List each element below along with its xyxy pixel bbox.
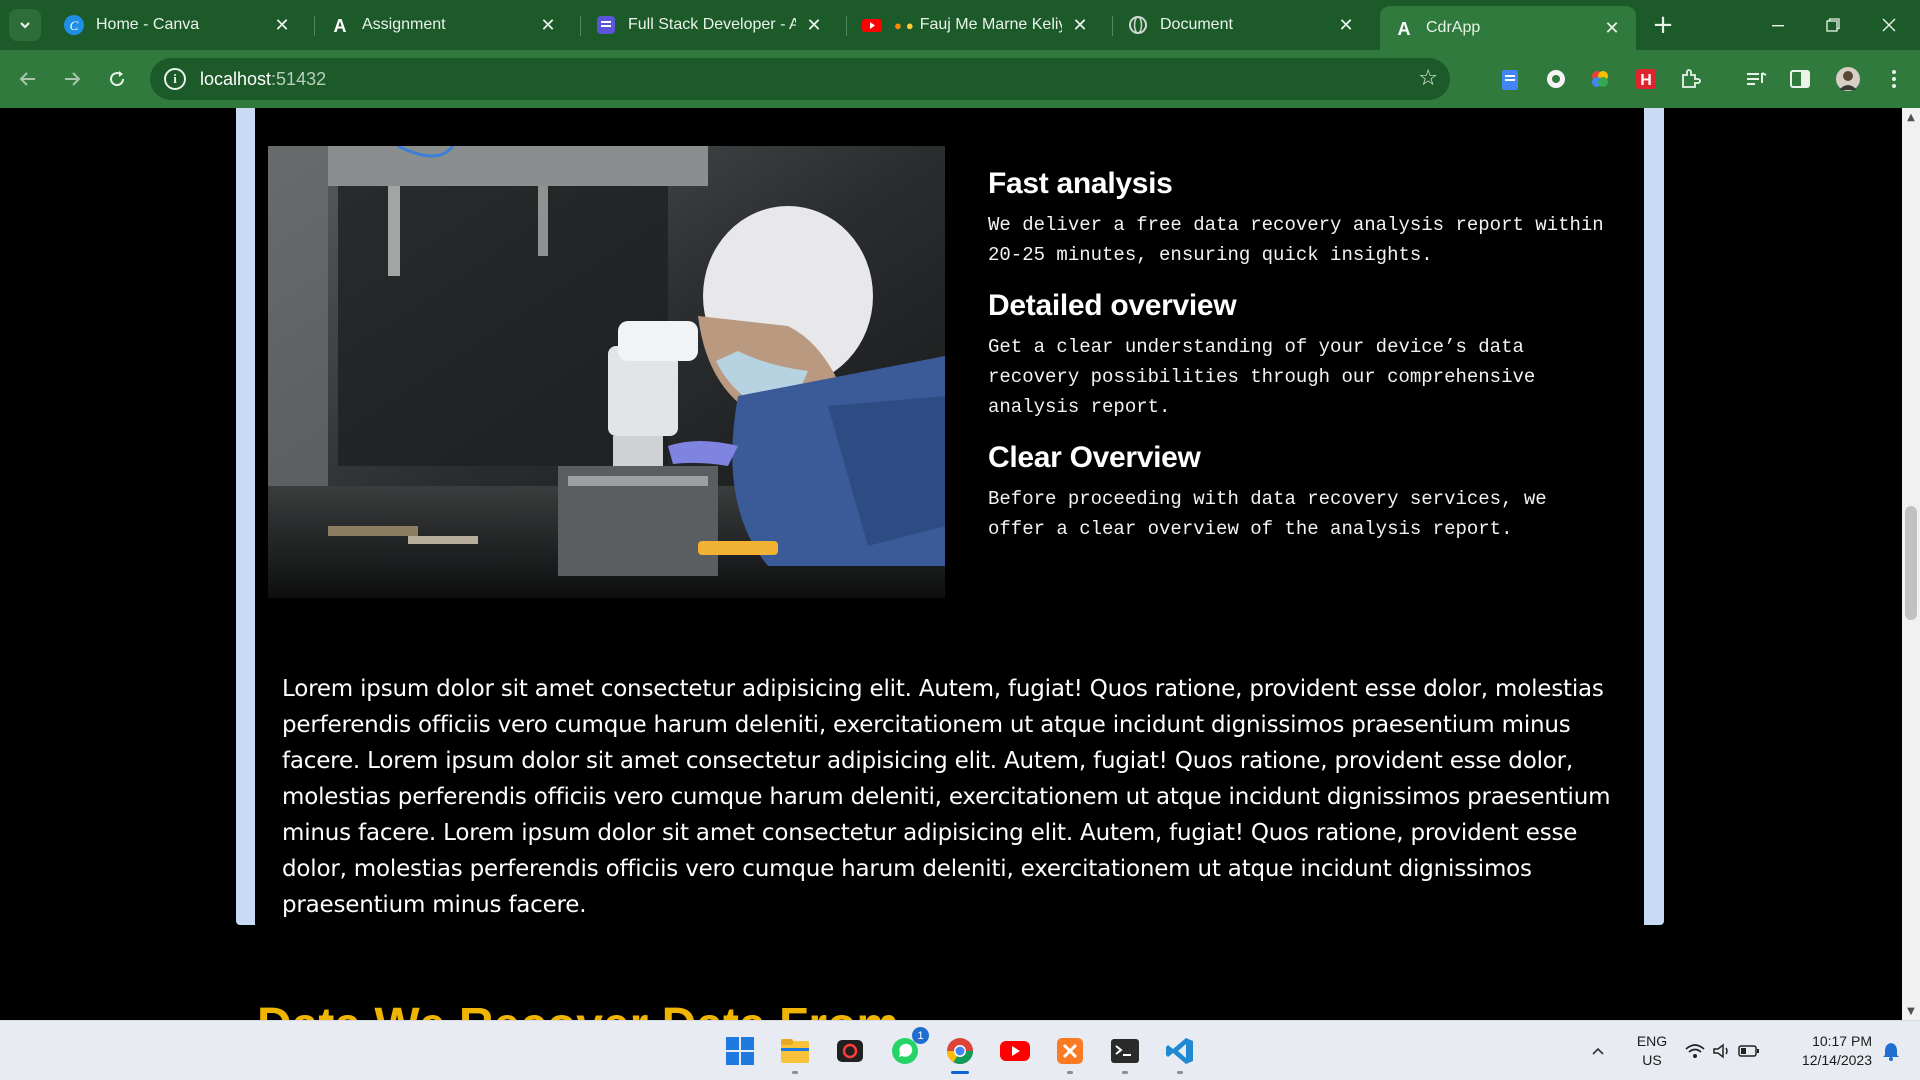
extension-colorpicker-icon[interactable] — [1586, 65, 1614, 93]
show-hidden-icons-chevron-icon[interactable] — [1583, 1031, 1613, 1071]
screen-recorder-icon[interactable] — [830, 1031, 870, 1071]
windows-start-icon[interactable] — [720, 1031, 760, 1071]
extension-circle-icon[interactable] — [1542, 65, 1570, 93]
media-control-icon[interactable] — [1742, 65, 1770, 93]
extension-docs-icon[interactable] — [1496, 65, 1524, 93]
extensions-puzzle-icon[interactable] — [1676, 65, 1704, 93]
tab-title: CdrApp — [1426, 19, 1481, 36]
tab-full-stack-developer[interactable]: Full Stack Developer - A4 ✕ — [582, 7, 838, 43]
svg-text:A: A — [1398, 19, 1411, 38]
chrome-menu-icon[interactable] — [1880, 65, 1908, 93]
canva-icon: C — [64, 15, 84, 35]
system-tray-status[interactable] — [1682, 1031, 1762, 1071]
restore-button[interactable] — [1810, 8, 1856, 42]
tab-title: Home - Canva — [96, 16, 200, 33]
close-icon[interactable]: ✕ — [804, 15, 824, 36]
angular-icon: A — [330, 15, 350, 35]
scroll-up-arrow-icon[interactable]: ▲ — [1902, 108, 1920, 126]
arrow-right-icon — [65, 72, 81, 86]
tab-title: Full Stack Developer - A4 — [628, 16, 796, 33]
feature-item: Fast analysis We deliver a free data rec… — [988, 166, 1608, 270]
minimize-button[interactable] — [1755, 8, 1801, 42]
side-panel-icon[interactable] — [1786, 65, 1814, 93]
forward-button[interactable] — [56, 63, 88, 95]
terminal-icon[interactable] — [1105, 1031, 1145, 1074]
youtube-icon — [862, 15, 882, 35]
close-icon[interactable]: ✕ — [1336, 15, 1356, 36]
tab-search-button[interactable] — [9, 9, 41, 41]
feature-title: Clear Overview — [988, 441, 1201, 474]
close-icon[interactable]: ✕ — [538, 15, 558, 36]
tab-document[interactable]: Document ✕ — [1114, 7, 1370, 43]
back-button[interactable] — [12, 63, 44, 95]
svg-text:A: A — [334, 16, 347, 35]
feature-item: Detailed overview Get a clear understand… — [988, 288, 1608, 422]
vscode-icon[interactable] — [1160, 1031, 1200, 1074]
reload-icon — [110, 71, 125, 87]
globe-icon — [1128, 15, 1148, 35]
angular-icon: A — [1394, 18, 1414, 38]
feature-item: Clear Overview Before proceeding with da… — [988, 440, 1608, 544]
tab-title: Assignment — [362, 16, 446, 33]
clock[interactable]: 10:17 PM 12/14/2023 — [1780, 1032, 1872, 1070]
close-icon[interactable]: ✕ — [1070, 15, 1090, 36]
youtube-app-icon[interactable] — [995, 1031, 1035, 1071]
tab-youtube-video[interactable]: ● ● Fauj Me Marne Keliye ✕ — [848, 7, 1104, 43]
tab-assignment[interactable]: A Assignment ✕ — [316, 7, 572, 43]
tab-strip: C Home - Canva ✕ A Assignment ✕ Full Sta… — [0, 0, 1920, 50]
tab-home-canva[interactable]: C Home - Canva ✕ — [50, 7, 306, 43]
chevron-down-icon — [20, 22, 30, 29]
section-heading-data-we-recover: Data We Recover Data From — [257, 998, 899, 1020]
minimize-icon — [1772, 25, 1784, 27]
battery-icon — [1738, 1045, 1759, 1057]
svg-text:C: C — [70, 18, 79, 33]
bookmark-star-icon[interactable]: ☆ — [1418, 66, 1438, 91]
close-window-button[interactable] — [1866, 8, 1912, 42]
doc-icon — [596, 15, 616, 35]
close-icon[interactable]: ✕ — [1602, 18, 1622, 39]
language-indicator[interactable]: ENG US — [1634, 1032, 1670, 1070]
browser-toolbar: i localhost:51432 ☆ H — [0, 50, 1920, 108]
close-icon — [1882, 18, 1896, 32]
url-text: localhost:51432 — [200, 68, 327, 89]
lorem-paragraph: Lorem ipsum dolor sit amet consectetur a… — [282, 676, 1611, 918]
feature-text: Get a clear understanding of your device… — [988, 336, 1536, 418]
feature-text: Before proceeding with data recovery ser… — [988, 488, 1547, 540]
tab-title: Fauj Me Marne Keliye — [919, 16, 1062, 33]
flame-icon: ● — [894, 17, 902, 33]
page-viewport: Fast analysis We deliver a free data rec… — [0, 108, 1902, 1020]
notification-badge: 1 — [912, 1027, 929, 1044]
xampp-icon[interactable] — [1050, 1031, 1090, 1074]
whatsapp-icon[interactable]: 1 — [885, 1027, 929, 1071]
emoji-icon: ● — [905, 17, 914, 33]
features-list: Fast analysis We deliver a free data rec… — [988, 166, 1608, 562]
restore-icon — [1826, 18, 1840, 32]
svg-text:H: H — [1640, 72, 1652, 89]
new-tab-button[interactable]: + — [1648, 10, 1678, 40]
notification-bell-icon[interactable] — [1876, 1031, 1906, 1071]
chrome-icon[interactable] — [940, 1031, 980, 1074]
file-explorer-icon[interactable] — [775, 1031, 815, 1074]
scroll-down-arrow-icon[interactable]: ▼ — [1902, 1002, 1920, 1020]
page-scrollbar[interactable]: ▲ ▼ — [1902, 108, 1920, 1020]
arrow-left-icon — [19, 72, 35, 86]
site-info-icon[interactable]: i — [164, 68, 186, 90]
address-bar[interactable]: i localhost:51432 ☆ — [150, 58, 1450, 100]
tab-cdrapp[interactable]: A CdrApp ✕ — [1380, 6, 1636, 50]
scroll-thumb[interactable] — [1905, 506, 1917, 620]
profile-avatar[interactable] — [1834, 65, 1862, 93]
tab-title: Document — [1160, 16, 1233, 33]
feature-title: Detailed overview — [988, 289, 1237, 322]
close-icon[interactable]: ✕ — [272, 15, 292, 36]
wifi-icon — [1685, 1044, 1705, 1058]
lab-technician-photo — [268, 146, 945, 598]
feature-text: We deliver a free data recovery analysis… — [988, 214, 1604, 266]
feature-title: Fast analysis — [988, 167, 1173, 200]
reload-button[interactable] — [101, 63, 133, 95]
windows-taskbar: 1 ENG US 10:17 PM 12/14/2023 — [0, 1020, 1920, 1080]
extension-h-icon[interactable]: H — [1632, 65, 1660, 93]
volume-icon — [1713, 1043, 1728, 1059]
